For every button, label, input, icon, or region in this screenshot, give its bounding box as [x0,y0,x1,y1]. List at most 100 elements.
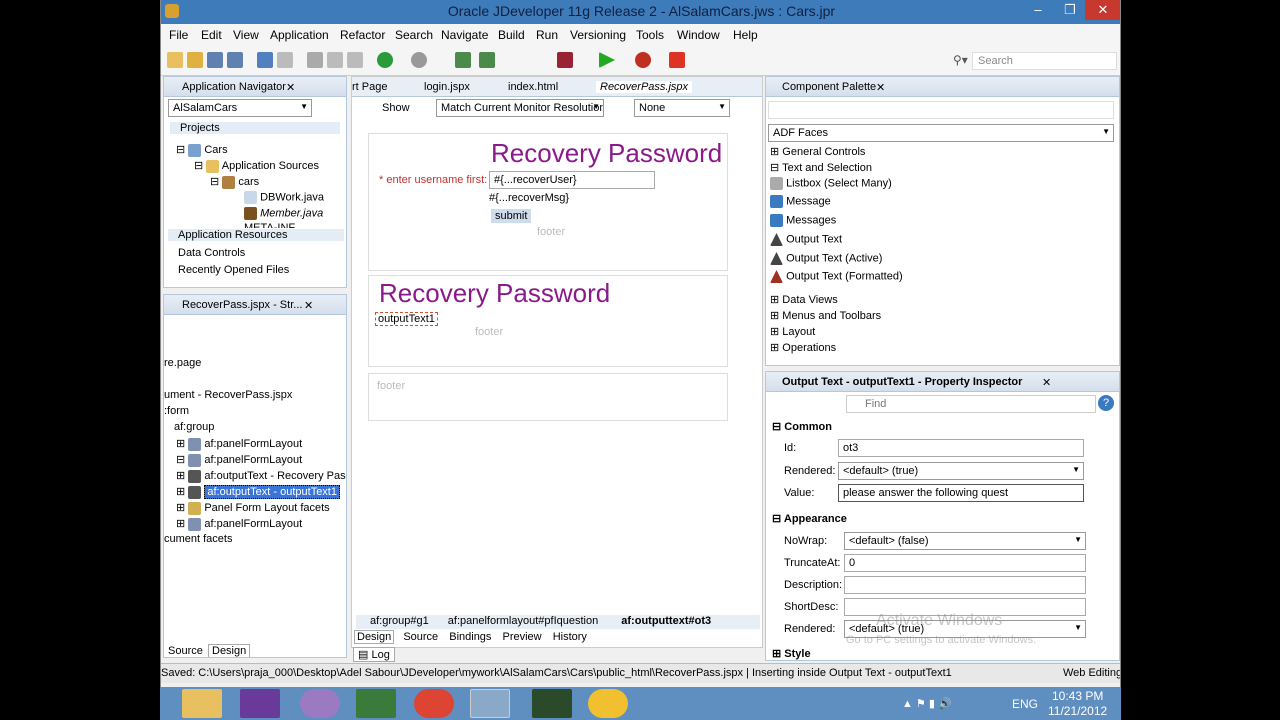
copy-icon[interactable] [327,52,343,68]
menu-run[interactable]: Run [536,28,558,42]
visual-studio-icon[interactable] [240,689,280,718]
menu-search[interactable]: Search [395,28,433,42]
output-text-selected[interactable]: outputText1 [375,312,438,326]
projects-header[interactable]: Projects [170,122,340,134]
palette-item[interactable]: Output Text [770,233,842,246]
books-icon[interactable] [356,689,396,718]
editor-tab[interactable]: login.jspx [424,81,470,93]
structure-item[interactable]: ⊞ af:outputText - Recovery Pass [176,469,346,483]
form-layout-1[interactable]: Recovery Password * enter username first… [368,133,728,271]
structure-item[interactable]: ⊟ af:panelFormLayout [176,453,302,467]
jdeveloper-icon[interactable] [470,689,510,718]
undo-icon[interactable] [257,52,273,68]
palette-tab[interactable]: Component Palette [782,81,876,93]
clock-time[interactable]: 10:43 PM [1052,689,1103,703]
forward-icon[interactable] [411,52,427,68]
library-select[interactable]: ADF Faces [768,124,1114,142]
menu-navigate[interactable]: Navigate [441,28,488,42]
menu-refactor[interactable]: Refactor [340,28,385,42]
palette-close-icon[interactable]: ✕ [876,81,885,94]
category-text-selection[interactable]: ⊟ Text and Selection [770,161,872,174]
clock-date[interactable]: 11/21/2012 [1048,704,1107,718]
deploy-icon[interactable] [557,52,573,68]
value-field[interactable]: please answer the following quest [838,484,1084,502]
application-select[interactable]: AlSalamCars [168,99,312,117]
language-indicator[interactable]: ENG [1012,697,1038,711]
tree-item-dbwork[interactable]: DBWork.java [244,191,324,204]
structure-item[interactable]: ⊞ Panel Form Layout facets [176,501,330,515]
app-icon-yellow[interactable] [588,689,628,718]
editor-tab[interactable]: rt Page [352,81,387,93]
menu-window[interactable]: Window [677,28,720,42]
category-general-controls[interactable]: ⊞ General Controls [770,145,865,158]
description-field[interactable] [844,576,1086,594]
tab-preview[interactable]: Preview [503,631,542,643]
section-application-resources[interactable]: Application Resources [168,229,344,241]
palette-item[interactable]: Messages [770,214,836,227]
inspector-find-input[interactable]: Find [846,395,1096,413]
tree-item-member[interactable]: Member.java [244,207,323,220]
menu-application[interactable]: Application [270,28,329,42]
category-data-views[interactable]: ⊞ Data Views [770,293,838,306]
tree-item-meta-inf[interactable]: META-INF [244,222,295,228]
editor-tab[interactable]: index.html [508,81,558,93]
close-button[interactable]: ✕ [1085,0,1120,20]
save-icon[interactable] [207,52,223,68]
inspector-tab[interactable]: Output Text - outputText1 - Property Ins… [782,376,1022,388]
tree-item-application-sources[interactable]: ⊟ Application Sources [194,159,319,173]
structure-item[interactable]: ⊞ af:panelFormLayout [176,437,302,451]
structure-tab-source[interactable]: Source [168,645,203,657]
section-data-controls[interactable]: Data Controls [168,247,245,259]
submit-button[interactable]: submit [491,209,532,223]
form-layout-3[interactable]: footer [368,373,728,421]
category-menus-toolbars[interactable]: ⊞ Menus and Toolbars [770,309,881,322]
username-field[interactable]: #{...recoverUser} [489,171,655,189]
menu-view[interactable]: View [233,28,259,42]
inspector-close-icon[interactable]: ✕ [1042,376,1051,389]
tab-bindings[interactable]: Bindings [449,631,491,643]
menu-tools[interactable]: Tools [636,28,664,42]
save-all-icon[interactable] [227,52,243,68]
tray-icons[interactable]: ▲ ⚑ ▮ 🔊 [902,697,952,710]
restore-button[interactable]: ❐ [1055,0,1085,20]
menu-help[interactable]: Help [733,28,758,42]
editor-tab-active[interactable]: RecoverPass.jspx [596,81,693,93]
navigator-tab[interactable]: Application Navigator [182,81,286,93]
tree-item-cars[interactable]: ⊟ Cars [176,143,228,157]
section-style[interactable]: ⊞ Style [772,647,811,660]
debug-icon[interactable] [635,52,651,68]
style-select[interactable]: None [634,99,730,117]
redo-icon[interactable] [277,52,293,68]
section-appearance[interactable]: ⊟ Appearance [772,512,847,525]
search-input[interactable]: Search [972,52,1117,70]
resolution-select[interactable]: Match Current Monitor Resolution [436,99,604,117]
structure-item-selected[interactable]: ⊞ af:outputText - outputText1 [176,485,340,499]
breadcrumb-item[interactable]: af:group#g1 [370,615,429,627]
structure-tab-design[interactable]: Design [208,644,251,657]
menu-versioning[interactable]: Versioning [570,28,626,42]
paste-icon[interactable] [347,52,363,68]
tab-history[interactable]: History [553,631,587,643]
open-icon[interactable] [187,52,203,68]
run-icon[interactable] [599,52,615,68]
structure-item[interactable]: af:group [174,421,214,433]
rendered-select[interactable]: <default> (true) [838,462,1084,480]
menu-build[interactable]: Build [498,28,525,42]
section-recently-opened[interactable]: Recently Opened Files [168,264,289,276]
eclipse-icon[interactable] [300,689,340,718]
structure-item[interactable]: :form [164,405,189,417]
tab-source[interactable]: Source [403,631,438,643]
category-layout[interactable]: ⊞ Layout [770,325,815,338]
help-icon[interactable]: ? [1098,395,1114,411]
breadcrumb-item[interactable]: af:outputtext#ot3 [621,615,711,627]
structure-item[interactable]: ⊞ af:panelFormLayout [176,517,302,531]
terminate-icon[interactable] [669,52,685,68]
palette-item[interactable]: Output Text (Formatted) [770,270,903,283]
structure-tab[interactable]: RecoverPass.jspx - Str... [182,299,302,311]
truncateat-field[interactable]: 0 [844,554,1086,572]
menu-edit[interactable]: Edit [201,28,222,42]
structure-close-icon[interactable]: ✕ [304,299,313,312]
form-layout-2[interactable]: Recovery Password outputText1 footer [368,275,728,367]
palette-item[interactable]: Listbox (Select Many) [770,177,892,190]
category-operations[interactable]: ⊞ Operations [770,341,836,354]
